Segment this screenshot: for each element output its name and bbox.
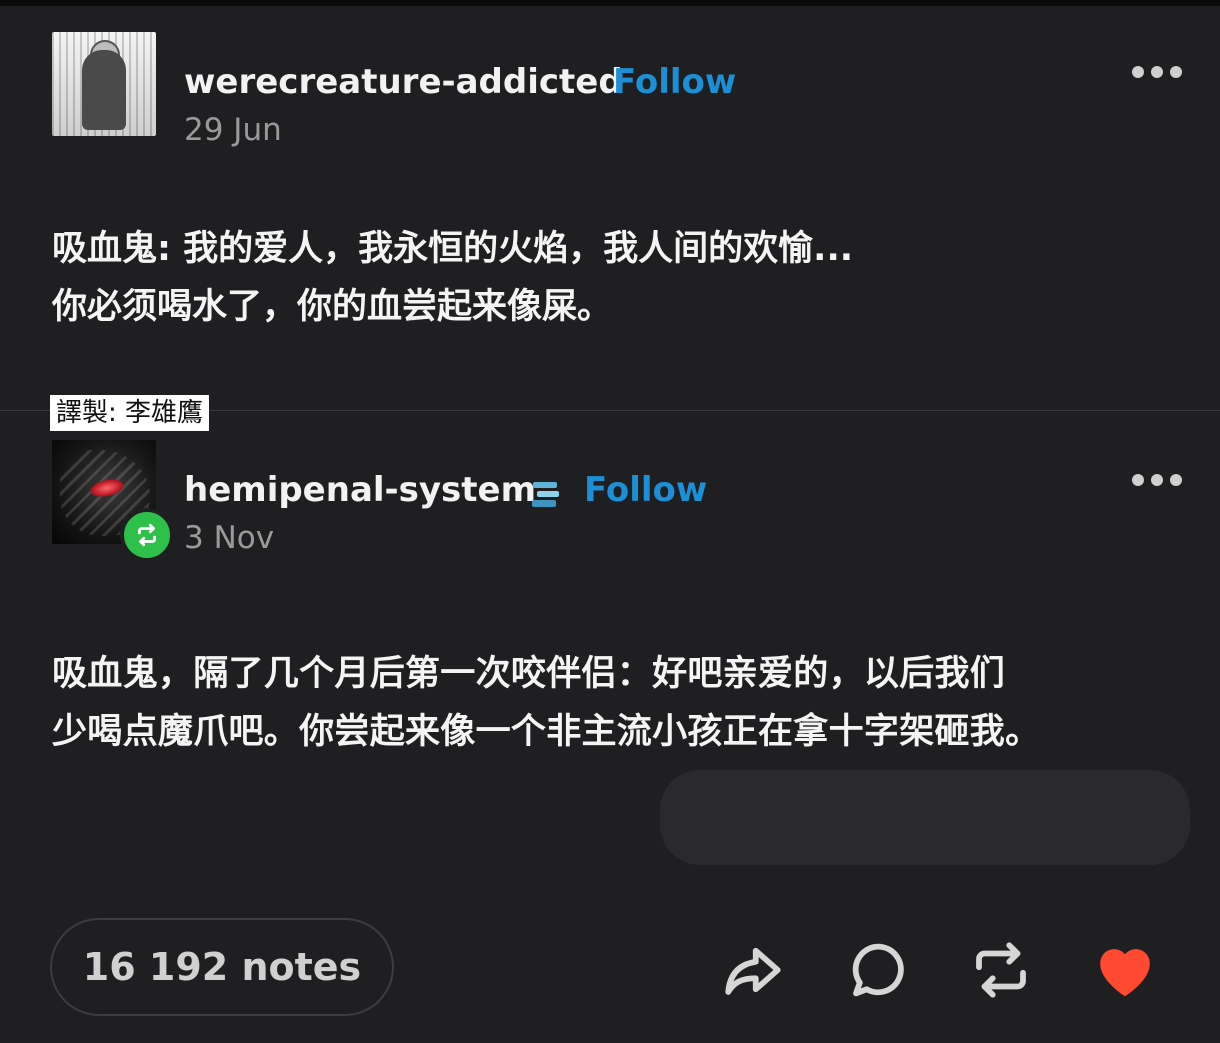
username[interactable]: werecreature-addicted (184, 62, 623, 102)
post-text-line: 吸血鬼，隔了几个月后第一次咬伴侣：好吧亲爱的，以后我们 (52, 654, 1006, 694)
avatar-figure-body (82, 50, 126, 130)
reblog-badge-icon (120, 508, 174, 562)
translator-credit: 譯製: 李雄鷹 (50, 395, 210, 431)
follow-button[interactable]: Follow (584, 470, 707, 510)
post-header-reblog: hemipenal-system Follow 3 Nov (52, 440, 1182, 562)
reply-icon[interactable] (843, 935, 913, 1005)
more-options-icon[interactable] (1132, 470, 1182, 490)
post-header-original: werecreature-addicted Follow 29 Jun (52, 32, 1182, 148)
post-text-line: 你必须喝水了，你的血尝起来像屎。 (52, 287, 613, 327)
manga-portrait-avatar[interactable] (52, 32, 156, 136)
stacked-books-icon (532, 482, 559, 507)
username[interactable]: hemipenal-system (184, 470, 536, 510)
like-heart-icon[interactable] (1090, 935, 1160, 1005)
reblog-icon[interactable] (966, 935, 1036, 1005)
post-date: 29 Jun (184, 112, 282, 148)
watermark (660, 770, 1190, 865)
more-options-icon[interactable] (1132, 62, 1182, 82)
follow-button[interactable]: Follow (613, 62, 736, 102)
post-date: 3 Nov (184, 520, 275, 556)
post-text-line: 少喝点魔爪吧。你尝起来像一个非主流小孩正在拿十字架砸我。 (52, 712, 1041, 752)
notes-count-button[interactable]: 16 192 notes (50, 918, 394, 1016)
post-body-reblog: 吸血鬼，隔了几个月后第一次咬伴侣：好吧亲爱的，以后我们 少喝点魔爪吧。你尝起来像… (52, 645, 1192, 761)
top-edge (0, 0, 1220, 6)
post-text-line: 吸血鬼: 我的爱人，我永恒的火焰，我人间的欢愉... (52, 229, 854, 269)
post-body-original: 吸血鬼: 我的爱人，我永恒的火焰，我人间的欢愉... 你必须喝水了，你的血尝起来… (52, 220, 1192, 336)
share-icon[interactable] (718, 935, 788, 1005)
